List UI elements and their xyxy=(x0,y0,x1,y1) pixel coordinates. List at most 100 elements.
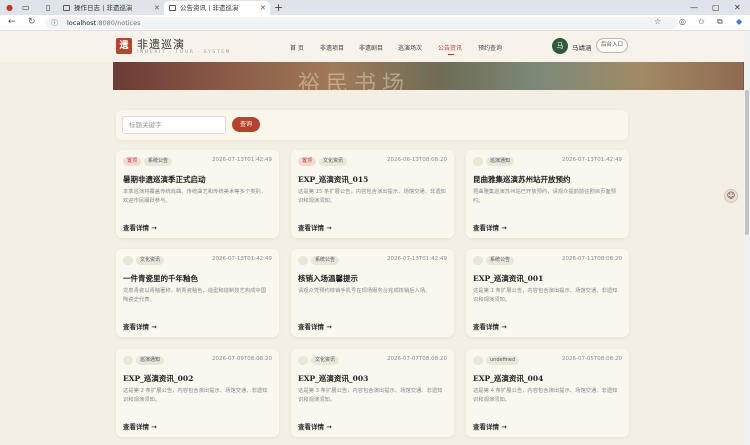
card-date: 2026-07-13T01:42:49 xyxy=(386,256,447,262)
browser-tab-strip: ● ▭ ▯ 操作日志 | 非遗巡演 ✕ 公告资讯 | 非遗巡演 ✕ + — ▢ … xyxy=(0,0,750,15)
view-details-link[interactable]: 查看详情 → xyxy=(473,321,507,331)
card-date: 2026-07-13T01:42:49 xyxy=(561,157,622,163)
card-excerpt: 请观众凭预约核销手机号在现场服务台完成核销后入场。 xyxy=(298,288,431,294)
notice-card[interactable]: 置顶 系统公告 2026-07-13T01:42:49 暑期非遗巡演季正式启动 本季巡演… xyxy=(116,150,279,238)
view-details-link[interactable]: 查看详情 → xyxy=(473,421,507,431)
empty-tag xyxy=(473,256,483,265)
site-info-icon[interactable]: ⓘ xyxy=(51,18,58,28)
scrollbar-thumb[interactable] xyxy=(745,90,749,235)
card-title[interactable]: 昆曲雅集巡演苏州站开放预约 xyxy=(473,174,623,185)
card-excerpt: 这是第 4 条扩展公告，内容包含演出提示、场馆交通、非遗知识和观演须知。 xyxy=(473,388,618,403)
card-tags: 文化资讯 xyxy=(123,256,167,265)
card-tags: 系统公告 xyxy=(473,256,517,265)
empty-tag xyxy=(473,356,483,365)
empty-tag xyxy=(123,356,133,365)
minimize-icon[interactable]: — xyxy=(690,0,698,15)
title-keyword-input[interactable] xyxy=(122,116,226,134)
assistant-icon[interactable]: ☺ xyxy=(724,189,738,203)
notice-card[interactable]: 文化资讯 2026-07-07T08:08:20 EXP_巡演资讯_003 这是第 3… xyxy=(291,349,454,437)
card-tags: undefined xyxy=(473,356,522,365)
card-tags: 巡演通知 xyxy=(123,356,167,365)
browser-profile-icon[interactable]: ● xyxy=(6,0,13,15)
notice-card[interactable]: 文化资讯 2026-07-13T01:42:49 一件青瓷里的千年釉色 龙泉青瓷以青釉… xyxy=(116,249,279,337)
card-title[interactable]: EXP_巡演资讯_004 xyxy=(473,373,623,384)
hero-banner: 裕民书场 xyxy=(113,62,743,90)
card-date: 2026-07-09T08:08:20 xyxy=(211,356,272,362)
card-excerpt: 昆曲雅集巡演苏州站已开放预约，请观众提前前往剧目页面预约。 xyxy=(473,189,617,204)
empty-tag xyxy=(473,157,483,166)
notice-card[interactable]: undefined 2026-07-05T08:08:20 EXP_巡演资讯_004… xyxy=(466,349,629,437)
card-excerpt: 这是第 3 条扩展公告，内容包含演出提示、场馆交通、非遗知识和观演须知。 xyxy=(298,388,443,403)
backend-entry-button[interactable]: 后台入口 xyxy=(596,38,628,53)
view-details-link[interactable]: 查看详情 → xyxy=(473,222,507,232)
maximize-icon[interactable]: ▢ xyxy=(712,0,720,15)
close-tab-icon[interactable]: ✕ xyxy=(154,1,160,15)
collections-icon[interactable]: ⧉ xyxy=(717,17,723,27)
card-excerpt: 这是第 15 条扩展公告，内容包含演出提示、场馆交通、非遗知识和观演须知。 xyxy=(298,189,446,204)
card-tags: 系统公告 xyxy=(298,256,342,265)
tab-notices[interactable]: 公告资讯 | 非遗巡演 ✕ xyxy=(164,1,270,15)
card-date: 2026-07-07T08:08:20 xyxy=(386,356,447,362)
nav-repertoire[interactable]: 非遗剧目 xyxy=(359,43,383,52)
url-text[interactable]: localhost:8080/notices xyxy=(67,18,141,28)
nav-home[interactable]: 首 页 xyxy=(290,43,304,52)
nav-heritage-projects[interactable]: 非遗项目 xyxy=(320,43,344,52)
close-window-icon[interactable]: ✕ xyxy=(734,0,741,15)
workspaces-icon[interactable]: ▭ xyxy=(22,0,30,15)
back-icon[interactable]: ← xyxy=(8,17,16,27)
logo-mark[interactable]: 遗 xyxy=(116,38,132,54)
card-tags: 置顶 文化资讯 xyxy=(298,157,350,166)
card-tags: 置顶 系统公告 xyxy=(123,157,175,166)
card-title[interactable]: EXP_巡演资讯_001 xyxy=(473,273,623,284)
category-tag: 文化资讯 xyxy=(136,256,165,265)
address-bar: ← ↻ ⓘ localhost:8080/notices ☆ ◎ ✩ ⧉ ◆ xyxy=(0,15,750,31)
view-details-link[interactable]: 查看详情 → xyxy=(298,421,332,431)
category-tag: undefined xyxy=(486,356,520,365)
view-details-link[interactable]: 查看详情 → xyxy=(298,321,332,331)
notice-card[interactable]: 巡演通知 2026-07-13T01:42:49 昆曲雅集巡演苏州站开放预约昆曲雅集… xyxy=(466,150,629,238)
tab-actions-icon[interactable]: ▯ xyxy=(46,0,50,15)
pinned-badge: 置顶 xyxy=(123,157,142,166)
nav-notices[interactable]: 公告资讯 xyxy=(438,43,462,52)
view-details-link[interactable]: 查看详情 → xyxy=(298,222,332,232)
notice-card[interactable]: 巡演通知 2026-07-09T08:08:20 EXP_巡演资讯_002 这是第 2… xyxy=(116,349,279,437)
extension-icon[interactable]: ◎ xyxy=(679,17,686,26)
card-excerpt: 这是第 1 条扩展公告，内容包含演出提示、场馆交通、非遗知识和观演须知。 xyxy=(473,288,618,303)
notice-card[interactable]: 系统公告 2026-07-11T08:08:20 EXP_巡演资讯_001 这是第 1… xyxy=(466,249,629,337)
refresh-icon[interactable]: ↻ xyxy=(28,17,36,27)
card-title[interactable]: 核销入场温馨提示 xyxy=(298,273,448,284)
tab-operation-log[interactable]: 操作日志 | 非遗巡演 ✕ xyxy=(58,1,164,15)
close-tab-icon[interactable]: ✕ xyxy=(260,1,266,15)
category-tag: 文化资讯 xyxy=(319,157,348,166)
card-title[interactable]: EXP_巡演资讯_002 xyxy=(123,373,273,384)
card-tags: 文化资讯 xyxy=(298,356,342,365)
card-title[interactable]: 暑期非遗巡演季正式启动 xyxy=(123,174,273,185)
nav-tour-sessions[interactable]: 巡演场次 xyxy=(398,43,422,52)
view-details-link[interactable]: 查看详情 → xyxy=(123,222,157,232)
search-button[interactable]: 查询 xyxy=(232,117,260,132)
card-title[interactable]: 一件青瓷里的千年釉色 xyxy=(123,273,273,284)
card-excerpt: 这是第 2 条扩展公告，内容包含演出提示、场馆交通、非遗知识和观演须知。 xyxy=(123,388,268,403)
favorites-icon[interactable]: ✩ xyxy=(698,17,705,26)
card-tags: 巡演通知 xyxy=(473,157,517,166)
banner-text: 裕民书场 xyxy=(298,72,411,90)
category-tag: 系统公告 xyxy=(144,157,173,166)
empty-tag xyxy=(123,256,133,265)
avatar[interactable]: 马 xyxy=(552,38,568,54)
new-tab-button[interactable]: + xyxy=(274,0,283,15)
view-details-link[interactable]: 查看详情 → xyxy=(123,421,157,431)
view-details-link[interactable]: 查看详情 → xyxy=(123,321,157,331)
notice-card[interactable]: 系统公告 2026-07-13T01:42:49 核销入场温馨提示请观众凭预约核销手… xyxy=(291,249,454,337)
empty-tag xyxy=(298,356,308,365)
page-icon xyxy=(169,5,176,11)
user-name[interactable]: 马靖涵 xyxy=(572,42,592,52)
site-header: 遗 非遗巡演 INHERIT · TOUR · SYSTEM 首 页 非遗项目 … xyxy=(0,31,750,62)
card-title[interactable]: EXP_巡演资讯_015 xyxy=(298,174,448,185)
notice-card[interactable]: 置顶 文化资讯 2026-06-13T08:08:20 EXP_巡演资讯_015 这是第… xyxy=(291,150,454,238)
nav-active-indicator xyxy=(448,54,454,55)
copilot-icon[interactable]: ◆ xyxy=(736,17,742,26)
nav-reservation-query[interactable]: 预约查询 xyxy=(478,43,502,52)
card-title[interactable]: EXP_巡演资讯_003 xyxy=(298,373,448,384)
card-excerpt: 本季巡演将覆盖传统戏曲、传统曲艺和传统美术等多个类别，欢迎市民踊跃参与。 xyxy=(123,189,267,204)
bookmark-star-icon[interactable]: ☆ xyxy=(654,17,661,26)
